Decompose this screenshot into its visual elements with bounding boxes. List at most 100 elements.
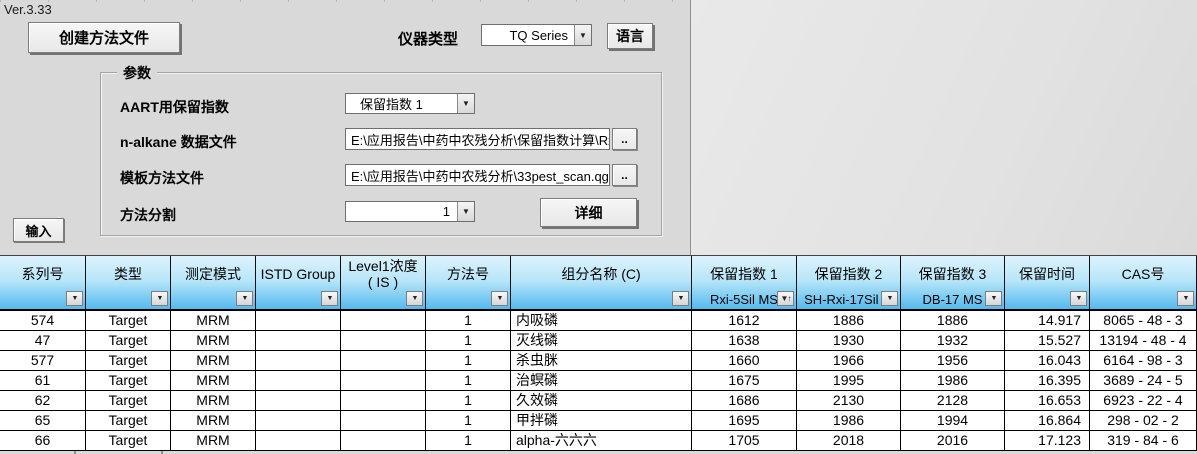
cell-mode[interactable]: MRM [171, 411, 256, 430]
cell-method[interactable]: 1 [426, 311, 511, 330]
chevron-down-icon[interactable]: ▼ [574, 25, 591, 45]
cell-rt[interactable]: 16.864 [1005, 411, 1090, 430]
nalkane-browse-button[interactable]: .. [612, 128, 637, 150]
sort-ascending-filter-icon[interactable]: ▼↑ [777, 291, 794, 306]
cell-name[interactable]: 久效磷 [511, 391, 692, 410]
chevron-down-icon[interactable]: ▼ [457, 202, 474, 221]
chevron-down-icon[interactable]: ▼ [457, 94, 474, 113]
input-button[interactable]: 输入 [13, 218, 64, 242]
cell-ri2[interactable]: 1966 [797, 351, 901, 370]
cell-ri2[interactable]: 2018 [797, 431, 901, 450]
cell-rt[interactable]: 17.123 [1005, 431, 1090, 450]
cell-ri2[interactable]: 1986 [797, 411, 901, 430]
column-header-ri3[interactable]: 保留指数 3DB-17 MS▼ [901, 256, 1005, 309]
cell-cas[interactable]: 319 - 84 - 6 [1090, 431, 1197, 450]
cell-method[interactable]: 1 [426, 431, 511, 450]
cell-name[interactable]: 内吸磷 [511, 311, 692, 330]
column-header-name[interactable]: 组分名称 (C)▼ [511, 256, 692, 309]
cell-rt[interactable]: 16.653 [1005, 391, 1090, 410]
cell-name[interactable]: 治螟磷 [511, 371, 692, 390]
cell-ri1[interactable]: 1675 [692, 371, 797, 390]
cell-level1[interactable] [341, 431, 426, 450]
cell-type[interactable]: Target [86, 311, 171, 330]
cell-no[interactable]: 61 [0, 371, 86, 390]
cell-type[interactable]: Target [86, 391, 171, 410]
cell-ri1[interactable]: 1705 [692, 431, 797, 450]
template-method-file-field[interactable]: E:\应用报告\中药中农残分析\33pest_scan.qg [345, 164, 610, 186]
column-header-istd[interactable]: ISTD Group▼ [256, 256, 341, 309]
cell-ri3[interactable]: 1986 [901, 371, 1005, 390]
cell-istd[interactable] [256, 391, 341, 410]
cell-type[interactable]: Target [86, 431, 171, 450]
cell-cas[interactable]: 3689 - 24 - 5 [1090, 371, 1197, 390]
cell-type[interactable]: Target [86, 371, 171, 390]
cell-cas[interactable]: 298 - 02 - 2 [1090, 411, 1197, 430]
cell-no[interactable]: 47 [0, 331, 86, 350]
cell-cas[interactable]: 6164 - 98 - 3 [1090, 351, 1197, 370]
cell-istd[interactable] [256, 371, 341, 390]
detail-button[interactable]: 详细 [540, 198, 637, 227]
filter-dropdown-icon[interactable]: ▼ [321, 291, 338, 306]
cell-name[interactable]: alpha-六六六 [511, 431, 692, 450]
cell-level1[interactable] [341, 371, 426, 390]
filter-dropdown-icon[interactable]: ▼ [491, 291, 508, 306]
cell-ri2[interactable]: 1930 [797, 331, 901, 350]
cell-istd[interactable] [256, 411, 341, 430]
cell-method[interactable]: 1 [426, 391, 511, 410]
column-header-rt[interactable]: 保留时间▼ [1005, 256, 1090, 309]
cell-ri3[interactable]: 2128 [901, 391, 1005, 410]
aart-retention-index-dropdown[interactable]: 保留指数 1 ▼ [345, 93, 475, 114]
cell-ri1[interactable]: 1686 [692, 391, 797, 410]
cell-method[interactable]: 1 [426, 351, 511, 370]
column-header-ri1[interactable]: 保留指数 1Rxi-5Sil MS▼↑ [692, 256, 797, 309]
cell-name[interactable]: 灭线磷 [511, 331, 692, 350]
cell-ri3[interactable]: 1994 [901, 411, 1005, 430]
cell-istd[interactable] [256, 311, 341, 330]
cell-no[interactable]: 62 [0, 391, 86, 410]
cell-ri1[interactable]: 1695 [692, 411, 797, 430]
cell-level1[interactable] [341, 351, 426, 370]
cell-name[interactable]: 甲拌磷 [511, 411, 692, 430]
language-button[interactable]: 语言 [607, 23, 653, 49]
column-header-level1[interactable]: Level1浓度( IS )▼ [341, 256, 426, 309]
column-header-mode[interactable]: 测定模式▼ [171, 256, 256, 309]
cell-ri1[interactable]: 1612 [692, 311, 797, 330]
cell-ri2[interactable]: 1995 [797, 371, 901, 390]
cell-rt[interactable]: 14.917 [1005, 311, 1090, 330]
cell-ri3[interactable]: 2016 [901, 431, 1005, 450]
cell-no[interactable]: 577 [0, 351, 86, 370]
cell-cas[interactable]: 6923 - 22 - 4 [1090, 391, 1197, 410]
filter-dropdown-icon[interactable]: ▼ [151, 291, 168, 306]
instrument-type-dropdown[interactable]: TQ Series ▼ [481, 24, 592, 46]
cell-ri3[interactable]: 1956 [901, 351, 1005, 370]
filter-dropdown-icon[interactable]: ▼ [985, 291, 1002, 306]
cell-rt[interactable]: 16.395 [1005, 371, 1090, 390]
cell-name[interactable]: 杀虫脒 [511, 351, 692, 370]
filter-dropdown-icon[interactable]: ▼ [881, 291, 898, 306]
cell-level1[interactable] [341, 411, 426, 430]
cell-type[interactable]: Target [86, 351, 171, 370]
cell-ri1[interactable]: 1638 [692, 331, 797, 350]
cell-no[interactable]: 65 [0, 411, 86, 430]
cell-no[interactable]: 66 [0, 431, 86, 450]
cell-type[interactable]: Target [86, 331, 171, 350]
cell-no[interactable]: 574 [0, 311, 86, 330]
cell-mode[interactable]: MRM [171, 351, 256, 370]
cell-cas[interactable]: 13194 - 48 - 4 [1090, 331, 1197, 350]
cell-mode[interactable]: MRM [171, 391, 256, 410]
cell-mode[interactable]: MRM [171, 311, 256, 330]
cell-type[interactable]: Target [86, 411, 171, 430]
cell-istd[interactable] [256, 331, 341, 350]
cell-level1[interactable] [341, 331, 426, 350]
cell-ri1[interactable]: 1660 [692, 351, 797, 370]
create-method-file-button[interactable]: 创建方法文件 [28, 22, 180, 53]
cell-cas[interactable]: 8065 - 48 - 3 [1090, 311, 1197, 330]
cell-method[interactable]: 1 [426, 331, 511, 350]
cell-mode[interactable]: MRM [171, 431, 256, 450]
cell-ri2[interactable]: 1886 [797, 311, 901, 330]
filter-dropdown-icon[interactable]: ▼ [672, 291, 689, 306]
filter-dropdown-icon[interactable]: ▼ [406, 291, 423, 306]
column-header-no[interactable]: 系列号▼ [0, 256, 86, 309]
cell-level1[interactable] [341, 311, 426, 330]
cell-istd[interactable] [256, 351, 341, 370]
